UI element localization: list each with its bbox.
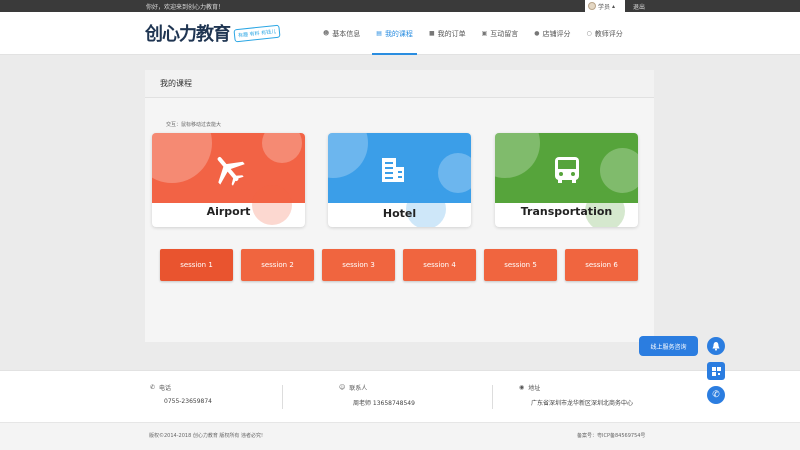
nav-item-basic-info[interactable]: ☻ 基本信息 (315, 12, 368, 55)
online-service-button[interactable]: 线上服务咨询 (639, 336, 698, 356)
footer-phone: ✆ 电话 0755-23659874 (150, 383, 212, 405)
airplane-icon (217, 157, 245, 186)
main-nav: ☻ 基本信息 ▤ 我的课程 ■ 我的订单 ▣ 互动留言 ● 店铺评分 ○ 教师评… (315, 12, 631, 55)
avatar (588, 2, 596, 10)
person-icon: ☺ (339, 384, 346, 391)
session-button-2[interactable]: session 2 (241, 249, 314, 281)
top-bar: 你好，欢迎来到创心力教育！ 学员 ▴ 退出 (0, 0, 800, 12)
nav-item-label: 教师评分 (594, 29, 623, 38)
session-button-1[interactable]: session 1 (160, 249, 233, 281)
courses-panel: 我的课程 交互：鼠标移动过去能大 Airport Hotel Transport… (145, 70, 654, 342)
chart-icon: ▤ (376, 30, 382, 37)
nav-item-label: 互动留言 (490, 29, 519, 38)
nav-item-label: 我的订单 (437, 29, 466, 38)
session-button-6[interactable]: session 6 (565, 249, 638, 281)
card-label: Transportation (520, 205, 613, 218)
phone-call-icon[interactable]: ✆ (707, 386, 725, 404)
footer-contact: ☺ 联系人 周老师 13658748549 (339, 383, 415, 407)
hotel-icon (382, 158, 404, 182)
nav-item-teacher-rating[interactable]: ○ 教师评分 (579, 12, 631, 55)
footer-contact-value: 周老师 13658748549 (353, 400, 415, 407)
course-card-airport[interactable]: Airport (152, 133, 305, 227)
logout-link[interactable]: 退出 (633, 2, 645, 11)
copyright-bar: 版权©2014-2018 创心力教育 版权所有 违者必究! 备案号：粤ICP备8… (0, 422, 800, 450)
welcome-text: 你好，欢迎来到创心力教育！ (146, 4, 225, 11)
card-banner (328, 133, 471, 203)
session-button-3[interactable]: session 3 (322, 249, 395, 281)
card-label: Hotel (382, 207, 417, 220)
bus-icon (555, 157, 579, 183)
user-label: 学员 (598, 3, 611, 11)
divider (282, 385, 283, 409)
person-icon: ☻ (323, 30, 330, 37)
logo-brand: 创心力教育 (145, 24, 231, 45)
footer-address-value: 广东省深圳市龙华新区深圳北商务中心 (531, 400, 634, 407)
nav-item-label: 店铺评分 (542, 29, 571, 38)
nav-item-messages[interactable]: ▣ 互动留言 (474, 12, 527, 55)
interaction-hint: 交互：鼠标移动过去能大 (166, 122, 222, 128)
divider (492, 385, 493, 409)
qr-code-icon[interactable] (707, 362, 725, 380)
nav-item-store-rating[interactable]: ● 店铺评分 (526, 12, 578, 55)
copyright-text: 版权©2014-2018 创心力教育 版权所有 违者必究! (149, 433, 264, 439)
message-icon: ▣ (481, 30, 488, 37)
bell-icon[interactable] (707, 337, 725, 355)
footer-address-title: 地址 (528, 385, 541, 392)
session-button-4[interactable]: session 4 (403, 249, 476, 281)
chevron-up-icon: ▴ (612, 2, 616, 10)
course-card-transportation[interactable]: Transportation (495, 133, 638, 227)
order-icon: ■ (428, 30, 435, 37)
footer-info: ✆ 电话 0755-23659874 ☺ 联系人 周老师 13658748549… (0, 370, 800, 422)
footer-phone-title: 电话 (159, 385, 172, 392)
nav-item-label: 基本信息 (332, 29, 361, 38)
nav-item-my-courses[interactable]: ▤ 我的课程 (368, 12, 421, 55)
session-button-5[interactable]: session 5 (484, 249, 557, 281)
logo-slogan: 有趣 有料 有钱儿 (233, 24, 281, 42)
card-banner (495, 133, 638, 203)
logo[interactable]: 创心力教育 有趣 有料 有钱儿 (145, 20, 281, 46)
panel-title: 我的课程 (145, 70, 654, 98)
card-label: Airport (206, 205, 251, 218)
header: 创心力教育 有趣 有料 有钱儿 ☻ 基本信息 ▤ 我的课程 ■ 我的订单 ▣ 互… (0, 12, 800, 55)
location-icon: ◉ (519, 384, 525, 391)
phone-icon: ✆ (150, 384, 156, 391)
footer-address: ◉ 地址 广东省深圳市龙华新区深圳北商务中心 (519, 383, 633, 407)
session-list: session 1 session 2 session 3 session 4 … (160, 249, 638, 281)
footer-contact-title: 联系人 (349, 385, 368, 392)
icp-text: 备案号：粤ICP备84569754号 (577, 433, 646, 439)
teacher-icon: ○ (586, 30, 592, 37)
nav-item-my-orders[interactable]: ■ 我的订单 (421, 12, 474, 55)
course-card-hotel[interactable]: Hotel (328, 133, 471, 227)
footer-phone-value: 0755-23659874 (164, 398, 212, 405)
store-icon: ● (534, 30, 540, 37)
nav-item-label: 我的课程 (384, 29, 413, 38)
user-menu[interactable]: 学员 ▴ (585, 0, 625, 12)
